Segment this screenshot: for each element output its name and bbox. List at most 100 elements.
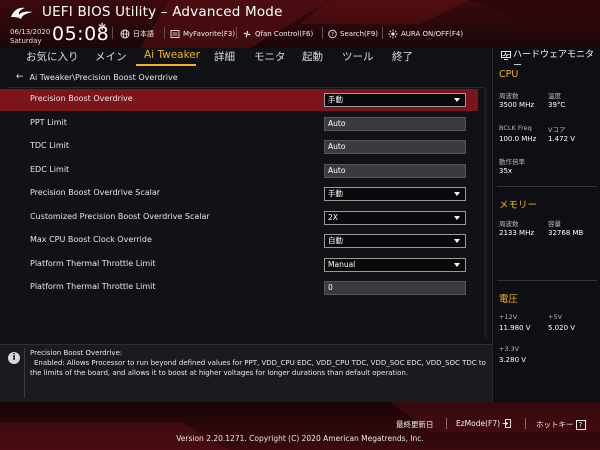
pbo-scalar-dropdown[interactable]: 手動 [324, 187, 466, 201]
dropdown-value: 手動 [328, 95, 343, 104]
ppt-limit-input[interactable]: Auto [324, 117, 466, 131]
dropdown-caret-icon [454, 192, 460, 196]
cpu-freq-label: 周波数 [499, 92, 519, 100]
toolbar-divider [112, 27, 113, 39]
version-text: Version 2.20.1271. Copyright (C) 2020 Am… [176, 434, 424, 443]
last-modified-button[interactable]: 最終更新日 [396, 419, 434, 430]
tab-exit[interactable]: 終了 [392, 49, 413, 64]
tab-monitor[interactable]: モニタ [254, 49, 286, 64]
dropdown-caret-icon [454, 239, 460, 243]
bclk-label: BCLK Freq [499, 124, 532, 132]
exit-arrow-icon [502, 419, 512, 428]
setting-row-tdc-limit[interactable]: TDC Limit Auto [0, 136, 478, 158]
rog-logo-icon [11, 7, 33, 19]
setting-label: Platform Thermal Throttle Limit [30, 282, 156, 291]
breadcrumb[interactable]: ← Ai Tweaker\Precision Boost Overdrive [16, 72, 178, 82]
myfavorite-button[interactable]: MyFavorite(F3) [170, 27, 235, 40]
setting-label: Precision Boost Overdrive [30, 94, 133, 103]
setting-row-thermal-throttle-value[interactable]: Platform Thermal Throttle Limit 0 [0, 277, 478, 299]
search-help-icon: ? [328, 29, 337, 38]
setting-row-max-boost-override[interactable]: Max CPU Boost Clock Override 自動 [0, 230, 478, 252]
clock-settings-gear-icon[interactable]: ✲ [98, 22, 106, 33]
thermal-throttle-input[interactable]: 0 [324, 281, 466, 295]
qfan-label: Qfan Control(F6) [255, 29, 314, 38]
dropdown-caret-icon [454, 98, 460, 102]
monitor-icon [501, 51, 511, 60]
mem-freq-label: 周波数 [499, 220, 519, 228]
fan-icon [243, 30, 251, 37]
tab-boot[interactable]: 起動 [302, 49, 323, 64]
tab-ai-tweaker[interactable]: Ai Tweaker [144, 49, 200, 61]
voltage-heading: 電圧 [499, 294, 519, 305]
info-divider [24, 348, 25, 398]
ratio-value: 35x [499, 167, 513, 175]
custom-pbo-scalar-dropdown[interactable]: 2X [324, 211, 466, 225]
hotkeys-button[interactable]: ホットキー ? [536, 419, 586, 430]
mem-cap-value: 32768 MB [548, 229, 584, 237]
hw-divider [497, 186, 597, 187]
max-boost-override-dropdown[interactable]: 自動 [324, 234, 466, 248]
mem-freq-value: 2133 MHz [499, 229, 535, 237]
back-arrow-icon[interactable]: ← [16, 72, 24, 82]
setting-row-ppt-limit[interactable]: PPT Limit Auto [0, 113, 478, 135]
toolbar-divider [236, 27, 237, 39]
tab-main[interactable]: メイン [95, 49, 127, 64]
hw-divider [497, 280, 597, 281]
cpu-temp-value: 39°C [548, 101, 566, 109]
dropdown-caret-icon [454, 263, 460, 267]
v12-value: 11.980 V [499, 324, 531, 332]
pbo-dropdown[interactable]: 手動 [324, 93, 466, 107]
toolbar-divider [164, 27, 165, 39]
setting-label: Customized Precision Boost Overdrive Sca… [30, 212, 210, 221]
toolbar-divider [382, 27, 383, 39]
help-description: Enabled: Allows Processor to run beyond … [30, 359, 486, 377]
aura-toggle-button[interactable]: AURA ON/OFF(F4) [388, 27, 463, 40]
footer-divider [446, 418, 447, 429]
bclk-value: 100.0 MHz [499, 135, 537, 143]
dropdown-caret-icon [454, 216, 460, 220]
toolbar-divider [322, 27, 323, 39]
tdc-limit-input[interactable]: Auto [324, 140, 466, 154]
date-display: 06/13/2020 Saturday [10, 28, 50, 46]
cpu-temp-label: 温度 [548, 92, 561, 100]
setting-label: TDC Limit [30, 141, 70, 150]
setting-row-pbo-scalar[interactable]: Precision Boost Overdrive Scalar 手動 [0, 183, 478, 205]
setting-row-pbo[interactable]: Precision Boost Overdrive 手動 [0, 89, 478, 111]
ezmode-button[interactable]: EzMode(F7) [456, 419, 512, 428]
globe-icon [120, 29, 130, 38]
tab-advanced[interactable]: 詳細 [214, 49, 235, 64]
search-label: Search(F9) [340, 29, 378, 38]
dropdown-value: Manual [328, 260, 356, 269]
mem-cap-label: 容量 [548, 220, 561, 228]
dropdown-value: 手動 [328, 189, 343, 198]
thermal-throttle-dropdown[interactable]: Manual [324, 258, 466, 272]
hotkeys-label: ホットキー [536, 420, 574, 429]
ratio-label: 動作倍率 [499, 158, 525, 166]
info-icon: i [8, 352, 20, 364]
setting-row-thermal-throttle-mode[interactable]: Platform Thermal Throttle Limit Manual [0, 254, 478, 276]
tab-tool[interactable]: ツール [342, 49, 374, 64]
setting-label: PPT Limit [30, 118, 67, 127]
memory-heading: メモリー [499, 200, 538, 211]
date-text: 06/13/2020 [10, 28, 51, 36]
hotkey-help-icon: ? [575, 419, 586, 430]
qfan-control-button[interactable]: Qfan Control(F6) [242, 27, 313, 40]
day-text: Saturday [10, 37, 42, 45]
favorite-list-icon [170, 29, 180, 38]
header-divider [8, 87, 484, 88]
tab-favorites[interactable]: お気に入り [26, 49, 79, 64]
setting-label: EDC Limit [30, 165, 70, 174]
ezmode-label: EzMode(F7) [456, 419, 501, 428]
aura-label: AURA ON/OFF(F4) [401, 29, 464, 38]
v33-value: 3.280 V [499, 356, 527, 364]
scrollbar[interactable] [484, 88, 487, 338]
cpu-heading: CPU [499, 69, 519, 80]
search-button[interactable]: ? Search(F9) [328, 27, 378, 40]
language-button[interactable]: 日本語 [120, 27, 154, 40]
setting-label: Precision Boost Overdrive Scalar [30, 188, 161, 197]
setting-row-custom-pbo-scalar[interactable]: Customized Precision Boost Overdrive Sca… [0, 207, 478, 229]
help-title: Precision Boost Overdrive: [30, 349, 123, 357]
setting-row-edc-limit[interactable]: EDC Limit Auto [0, 160, 478, 182]
edc-limit-input[interactable]: Auto [324, 164, 466, 178]
dropdown-value: 自動 [328, 236, 343, 245]
